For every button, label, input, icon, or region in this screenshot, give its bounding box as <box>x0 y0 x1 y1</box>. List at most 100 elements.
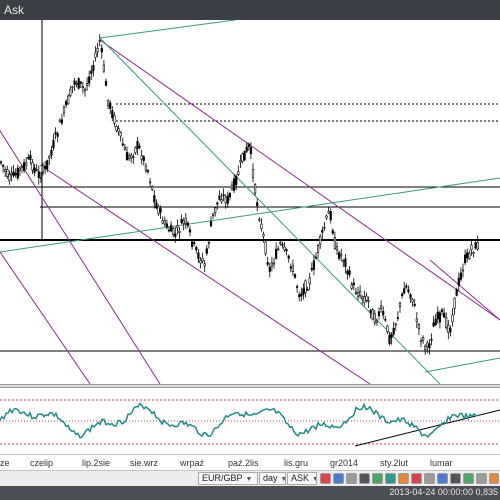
candle-body <box>289 266 292 269</box>
chart-toolbar: EUR/GBP▼ day▼ ASK▼ <box>0 470 500 487</box>
candle-body <box>90 70 93 74</box>
chart-type-icon[interactable] <box>359 473 370 484</box>
candle-body <box>138 146 141 148</box>
trendline-green <box>99 37 441 385</box>
candle-body <box>340 254 343 257</box>
settings-icon[interactable] <box>424 473 435 484</box>
candle-body <box>163 220 166 225</box>
oscillator-canvas[interactable] <box>0 388 500 454</box>
candle-body <box>279 242 282 245</box>
candle-body <box>71 86 74 89</box>
candle-body <box>472 252 475 254</box>
candle-body <box>333 237 337 249</box>
candle-body <box>142 156 145 161</box>
candle-body <box>50 149 53 156</box>
candle-body <box>335 246 339 251</box>
line-tool-icon[interactable] <box>385 473 396 484</box>
candle-body <box>407 289 410 293</box>
cursor-icon[interactable] <box>333 473 344 484</box>
candle-body <box>293 274 297 278</box>
candle-body <box>369 309 372 313</box>
candle-body <box>270 262 274 267</box>
candle-body <box>474 242 477 249</box>
candle-body <box>12 171 15 177</box>
x-axis: ze czelip lip.2sie sie.wrz wrpaź paź.2li… <box>0 454 500 471</box>
candle-body <box>0 161 3 164</box>
candle-body <box>295 286 299 288</box>
x-tick-label: lis.gru <box>284 458 309 468</box>
fibonacci-icon[interactable] <box>398 473 409 484</box>
candle-body <box>65 101 68 106</box>
candle-body <box>379 305 383 309</box>
candle-body <box>291 265 295 273</box>
candle-body <box>174 233 177 237</box>
candle-body <box>447 324 450 333</box>
candle-body <box>356 292 360 298</box>
x-tick-label: wrpaź <box>180 458 205 468</box>
price-chart-canvas[interactable] <box>0 19 500 385</box>
candle-body <box>35 169 38 171</box>
candle-body <box>178 230 181 233</box>
symbol-label: EUR/GBP <box>202 473 243 483</box>
timeframe-label: day <box>263 473 278 483</box>
oscillator-pane[interactable] <box>0 388 500 454</box>
candle-body <box>218 195 221 200</box>
x-tick-label: paź.2lis <box>228 458 259 468</box>
zoom-icon[interactable] <box>346 473 357 484</box>
candle-body <box>113 115 116 124</box>
price-type-select[interactable]: ASK▼ <box>287 472 317 485</box>
candle-body <box>151 186 154 190</box>
candle-body <box>88 76 91 84</box>
help-icon[interactable] <box>463 473 474 484</box>
candle-body <box>417 324 421 329</box>
candle-body <box>33 167 36 173</box>
candle-body <box>312 260 316 270</box>
candle-body <box>172 228 175 235</box>
candle-body <box>10 172 13 175</box>
scroll-icon[interactable] <box>476 473 487 484</box>
candle-body <box>111 110 114 119</box>
x-tick-label: lip.2sie <box>82 458 111 468</box>
more-icon[interactable] <box>489 473 499 484</box>
candle-body <box>81 86 84 88</box>
candle-body <box>434 318 437 325</box>
candle-body <box>247 143 250 147</box>
candle-body <box>73 80 76 85</box>
candle-body <box>235 175 238 186</box>
candle-body <box>375 320 379 323</box>
candle-body <box>67 95 70 105</box>
trendlines[interactable] <box>0 19 500 385</box>
save-icon[interactable] <box>437 473 448 484</box>
candle-body <box>377 311 381 317</box>
trendline-green <box>99 19 236 39</box>
candle-body <box>453 298 456 309</box>
candle-body <box>1 165 5 167</box>
candle-body <box>205 248 208 254</box>
symbol-select[interactable]: EUR/GBP ▼ <box>198 472 258 485</box>
candle-body <box>212 213 215 216</box>
candle-body <box>352 282 355 286</box>
window-title: Ask <box>4 3 25 17</box>
candle-body <box>394 323 397 326</box>
alert-icon[interactable] <box>411 473 422 484</box>
candle-body <box>268 266 271 272</box>
candle-body <box>457 277 460 286</box>
candle-body <box>373 313 376 324</box>
price-chart[interactable] <box>0 19 500 385</box>
candle-body <box>197 252 200 260</box>
indicator-icon[interactable] <box>372 473 383 484</box>
candle-body <box>421 337 425 341</box>
close-icon[interactable] <box>320 473 331 484</box>
candle-body <box>445 317 448 328</box>
candle-body <box>226 195 229 204</box>
candle-body <box>18 167 22 171</box>
candle-body <box>134 147 137 153</box>
candle-body <box>396 317 400 319</box>
candle-body <box>285 249 288 252</box>
status-bar: 2013-04-24 00:00:00 0,835 <box>0 486 500 500</box>
timeframe-select[interactable]: day▼ <box>259 472 286 485</box>
print-icon[interactable] <box>450 473 461 484</box>
candle-body <box>146 170 150 172</box>
candle-body <box>86 83 89 86</box>
candle-body <box>222 194 225 197</box>
